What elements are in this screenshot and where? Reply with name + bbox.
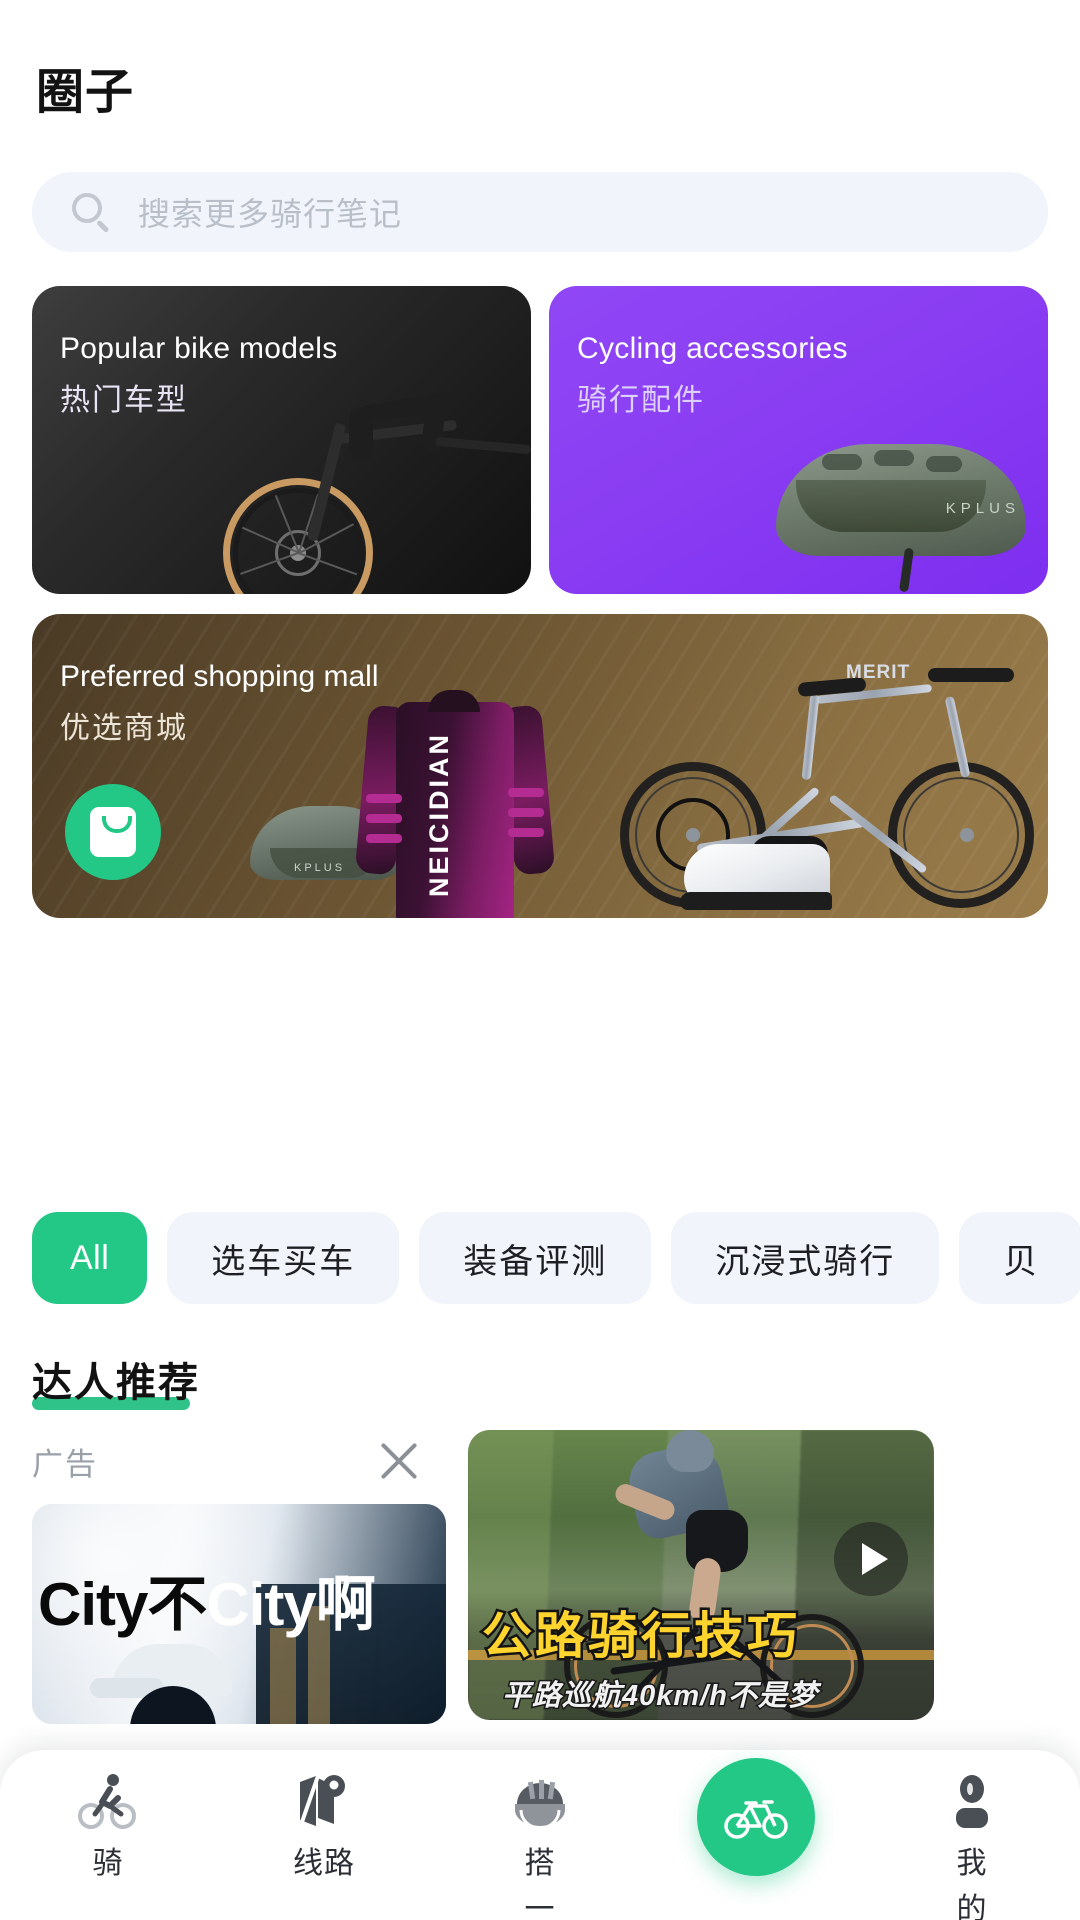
- card-preferred-shopping-mall[interactable]: Preferred shopping mall 优选商城 KPLUS NEICI…: [32, 614, 1048, 918]
- bike-brand-text: MERIT: [846, 662, 911, 683]
- chip-buy-bike[interactable]: 选车买车: [167, 1212, 400, 1304]
- feed-grid: 广告 City不City啊 公路骑行技巧 平路巡航40km/h不是梦: [32, 1430, 1048, 1724]
- chip-partial[interactable]: 贝: [959, 1212, 1080, 1304]
- section-title-text: 达人推荐: [32, 1361, 200, 1405]
- jersey-brand-text: NEICIDIAN: [424, 732, 454, 898]
- ad-headline: City不City啊: [38, 1556, 376, 1643]
- bottom-navigation: 骑 线路 搭 一 我 的: [0, 1750, 1080, 1920]
- nav-label-gear: 搭: [524, 1847, 556, 1880]
- shopping-bag-icon: [90, 807, 136, 857]
- video-card[interactable]: 公路骑行技巧 平路巡航40km/h不是梦: [468, 1430, 934, 1720]
- nav-label-profile: 我: [956, 1847, 988, 1880]
- card-popular-bike-models[interactable]: Popular bike models 热门车型: [32, 286, 531, 594]
- mall-helmet-brand: KPLUS: [294, 862, 346, 874]
- mall-title-cn: 优选商城: [60, 712, 188, 745]
- bicycle-fab-icon[interactable]: [697, 1758, 815, 1876]
- ad-headline-part-a: City不: [38, 1571, 207, 1638]
- section-header-expert-recommend: 达人推荐: [32, 1350, 200, 1410]
- play-icon[interactable]: [834, 1522, 908, 1596]
- card-title-en: Popular bike models: [60, 332, 338, 365]
- card-title-cn: 骑行配件: [577, 384, 705, 417]
- cyclist-icon: [77, 1764, 139, 1830]
- nav-label-ride: 骑: [92, 1847, 124, 1880]
- nav-label-profile-sub: 的: [956, 1893, 988, 1920]
- chip-all[interactable]: All: [32, 1212, 148, 1304]
- mall-shop-button[interactable]: [65, 784, 161, 880]
- nav-item-profile[interactable]: 我 的: [887, 1764, 1057, 1920]
- page-title: 圈子: [36, 66, 135, 119]
- ad-person-illustration: [90, 1644, 242, 1724]
- ad-headline-part-b: City啊: [206, 1571, 375, 1638]
- search-icon: [70, 191, 112, 233]
- nav-label-gear-sub: 一: [524, 1893, 556, 1920]
- card-cycling-accessories[interactable]: Cycling accessories 骑行配件 KPLUS: [549, 286, 1048, 594]
- category-filter-chips: All 选车买车 装备评测 沉浸式骑行 贝: [32, 1212, 1080, 1304]
- search-placeholder: 搜索更多骑行笔记: [138, 196, 403, 232]
- nav-label-route: 线路: [293, 1847, 355, 1880]
- category-cards: Popular bike models 热门车型 Cycling accesso…: [32, 286, 1048, 594]
- mall-shoe-illustration: [674, 818, 834, 910]
- mall-jersey-illustration: NEICIDIAN: [354, 676, 556, 918]
- helmet-brand-text: KPLUS: [945, 500, 1020, 517]
- route-map-icon: [294, 1764, 354, 1830]
- card-title-cn: 热门车型: [60, 384, 188, 417]
- close-icon[interactable]: [376, 1438, 422, 1484]
- nav-item-record-fab[interactable]: [671, 1758, 841, 1876]
- video-title: 公路骑行技巧: [480, 1606, 800, 1667]
- chip-gear-review[interactable]: 装备评测: [419, 1212, 652, 1304]
- search-input[interactable]: 搜索更多骑行笔记: [32, 172, 1048, 252]
- nav-item-ride[interactable]: 骑: [23, 1764, 193, 1882]
- helmet-illustration: KPLUS: [762, 418, 1042, 594]
- ad-label: 广告: [32, 1446, 98, 1482]
- chip-immersive-riding[interactable]: 沉浸式骑行: [671, 1212, 940, 1304]
- feed-column-left: 广告 City不City啊: [32, 1430, 446, 1724]
- ad-header: 广告: [32, 1430, 446, 1492]
- app-screen: 圈子 搜索更多骑行笔记 Popular bike models 热门车型 Cyc…: [0, 0, 1080, 1920]
- mall-title-en: Preferred shopping mall: [60, 660, 379, 693]
- feed-column-right: 公路骑行技巧 平路巡航40km/h不是梦: [468, 1430, 934, 1724]
- nav-item-gear[interactable]: 搭 一: [455, 1764, 625, 1920]
- card-title-en: Cycling accessories: [577, 332, 848, 365]
- helmet-icon: [509, 1764, 571, 1830]
- ad-card[interactable]: City不City啊: [32, 1504, 446, 1724]
- nav-item-route[interactable]: 线路: [239, 1764, 409, 1882]
- profile-icon: [944, 1764, 1000, 1830]
- video-subtitle: 平路巡航40km/h不是梦: [501, 1679, 819, 1714]
